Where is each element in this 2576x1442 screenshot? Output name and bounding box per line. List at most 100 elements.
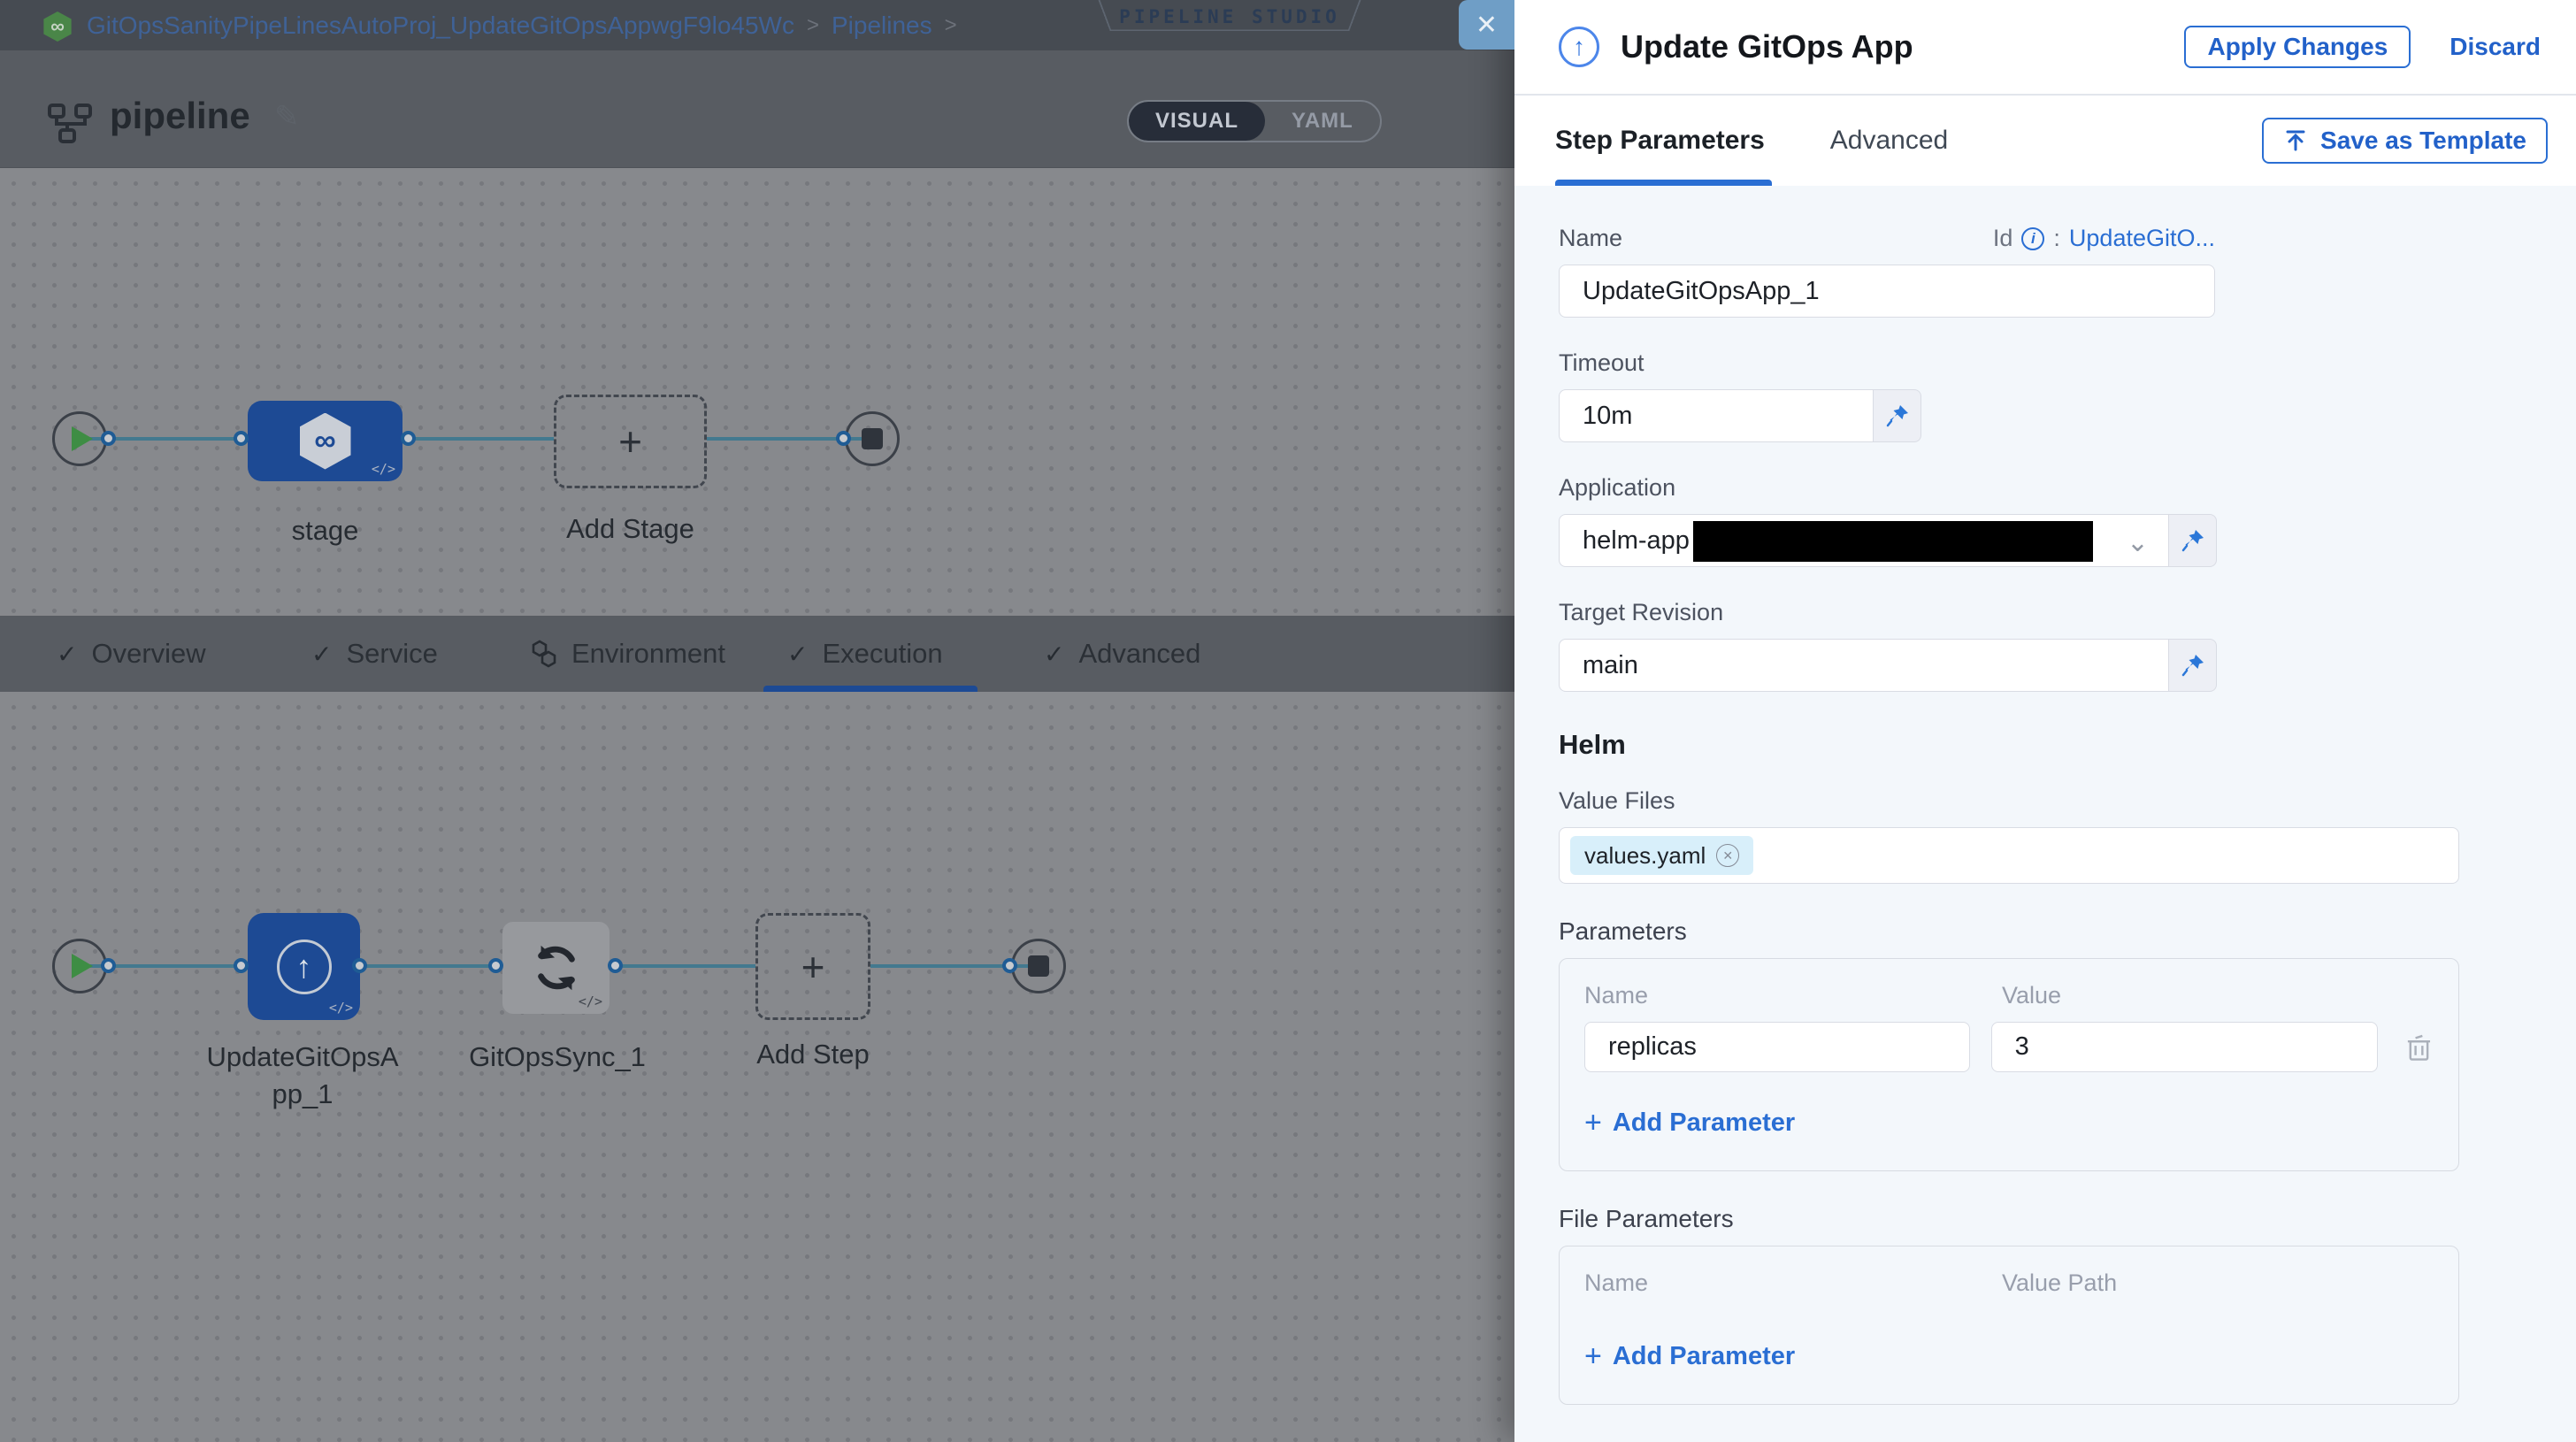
parameters-value-column-header: Value bbox=[2002, 982, 2061, 1009]
gitops-sync-step-node[interactable]: </> bbox=[502, 922, 610, 1014]
execution-start-node bbox=[52, 939, 107, 993]
connector-line bbox=[402, 437, 554, 441]
parameter-value-input[interactable]: 3 bbox=[1991, 1022, 2379, 1072]
parameters-section-label: Parameters bbox=[1559, 917, 2576, 946]
pin-icon bbox=[1884, 403, 1911, 429]
pipeline-title: pipeline bbox=[110, 95, 250, 137]
tab-overview[interactable]: ✓ Overview bbox=[57, 616, 206, 692]
check-icon: ✓ bbox=[787, 640, 808, 669]
play-icon bbox=[72, 954, 93, 978]
parameters-card: Name Value replicas 3 + Add Parameter bbox=[1559, 958, 2459, 1171]
close-icon: ✕ bbox=[1476, 10, 1498, 41]
plus-icon: + bbox=[618, 418, 642, 465]
application-value: helm-app bbox=[1583, 526, 1690, 556]
stage-node-label: stage bbox=[248, 515, 402, 547]
discard-button[interactable]: Discard bbox=[2450, 33, 2541, 61]
breadcrumb-project-link[interactable]: GitOpsSanityPipeLinesAutoProj_UpdateGitO… bbox=[87, 12, 794, 40]
up-arrow-glyph: ↑ bbox=[296, 948, 312, 986]
tab-label: Overview bbox=[91, 638, 205, 670]
step-config-drawer: ✕ ↑ Update GitOps App Apply Changes Disc… bbox=[1514, 0, 2576, 1442]
name-input[interactable]: UpdateGitOpsApp_1 bbox=[1559, 265, 2215, 318]
connector-port bbox=[608, 958, 623, 973]
timeout-pin-button[interactable] bbox=[1874, 389, 1921, 442]
chevron-down-icon[interactable]: ⌄ bbox=[2127, 527, 2149, 558]
active-drawer-tab-underline bbox=[1555, 180, 1772, 186]
update-gitops-app-step-node[interactable]: ↑ </> bbox=[248, 913, 360, 1020]
breadcrumb-pipelines-link[interactable]: Pipelines bbox=[832, 12, 932, 40]
connector-port bbox=[234, 958, 249, 973]
file-parameters-value-path-column-header: Value Path bbox=[2002, 1269, 2117, 1297]
pipeline-hierarchy-icon bbox=[46, 102, 96, 146]
target-revision-field-label: Target Revision bbox=[1559, 599, 2576, 626]
connector-port bbox=[101, 958, 116, 973]
tab-service[interactable]: ✓ Service bbox=[311, 616, 438, 692]
infinity-glyph: ∞ bbox=[50, 15, 65, 38]
add-parameter-label: Add Parameter bbox=[1613, 1108, 1795, 1138]
breadcrumb-separator-icon: > bbox=[945, 13, 957, 38]
tab-execution[interactable]: ✓ Execution bbox=[787, 616, 943, 692]
connector-port bbox=[401, 431, 416, 446]
apply-changes-button[interactable]: Apply Changes bbox=[2184, 26, 2411, 68]
remove-tag-icon[interactable]: ✕ bbox=[1716, 844, 1739, 867]
info-icon[interactable]: i bbox=[2021, 227, 2044, 250]
plus-icon: + bbox=[801, 943, 825, 991]
timeout-input[interactable]: 10m bbox=[1559, 389, 1874, 442]
edit-pencil-icon[interactable]: ✎ bbox=[274, 99, 300, 134]
id-colon: : bbox=[2053, 225, 2060, 252]
stage-tab-bar: ✓ Overview ✓ Service Environment ✓ Execu… bbox=[0, 616, 1514, 692]
timeout-input-group: 10m bbox=[1559, 389, 2576, 442]
gitops-sync-step-label: GitOpsSync_1 bbox=[425, 1041, 690, 1073]
tab-label: Service bbox=[346, 638, 437, 670]
stage-canvas: ∞ </> + stage Add Stage bbox=[0, 168, 1514, 616]
apply-changes-label: Apply Changes bbox=[2207, 33, 2388, 61]
plus-icon: + bbox=[1584, 1106, 1602, 1140]
stage-node[interactable]: ∞ </> bbox=[248, 401, 402, 481]
pipeline-studio-badge-label: PIPELINE STUDIO bbox=[1097, 6, 1362, 27]
execution-end-node bbox=[1011, 939, 1066, 993]
application-pin-button[interactable] bbox=[2169, 514, 2217, 567]
tab-environment[interactable]: Environment bbox=[531, 616, 725, 692]
pipeline-studio-background: ∞ GitOpsSanityPipeLinesAutoProj_UpdateGi… bbox=[0, 0, 1514, 1442]
file-add-parameter-button[interactable]: + Add Parameter bbox=[1584, 1339, 2434, 1374]
file-add-parameter-label: Add Parameter bbox=[1613, 1342, 1795, 1371]
file-parameters-section-label: File Parameters bbox=[1559, 1205, 2576, 1233]
add-step-button[interactable]: + bbox=[755, 913, 870, 1020]
check-icon: ✓ bbox=[57, 640, 77, 669]
parameters-name-column-header: Name bbox=[1584, 982, 2002, 1009]
add-stage-button[interactable]: + bbox=[554, 395, 707, 488]
target-revision-input[interactable]: main bbox=[1559, 639, 2169, 692]
play-icon bbox=[72, 426, 93, 451]
code-icon: </> bbox=[329, 1000, 353, 1016]
pipeline-start-node bbox=[52, 411, 107, 466]
tab-advanced[interactable]: ✓ Advanced bbox=[1044, 616, 1200, 692]
target-revision-pin-button[interactable] bbox=[2169, 639, 2217, 692]
tab-advanced-drawer[interactable]: Advanced bbox=[1830, 126, 1948, 156]
save-as-template-button[interactable]: Save as Template bbox=[2262, 118, 2548, 164]
parameter-name-input[interactable]: replicas bbox=[1584, 1022, 1970, 1072]
add-parameter-button[interactable]: + Add Parameter bbox=[1584, 1106, 2434, 1140]
update-gitops-app-step-label-line2: pp_1 bbox=[170, 1078, 435, 1110]
file-parameters-card: Name Value Path + Add Parameter bbox=[1559, 1246, 2459, 1405]
check-icon: ✓ bbox=[1044, 640, 1064, 669]
id-value-link[interactable]: UpdateGitO... bbox=[2069, 225, 2215, 252]
environment-hexagons-icon bbox=[531, 640, 557, 668]
visual-toggle-button[interactable]: VISUAL bbox=[1129, 102, 1265, 141]
close-drawer-button[interactable]: ✕ bbox=[1459, 0, 1514, 50]
code-icon: </> bbox=[372, 461, 395, 477]
visual-yaml-toggle: VISUAL YAML bbox=[1127, 100, 1382, 142]
tab-label: Execution bbox=[822, 638, 942, 670]
application-select[interactable]: helm-app ⌄ bbox=[1559, 514, 2169, 567]
step-id-row: Id i : UpdateGitO... bbox=[1993, 225, 2215, 252]
save-as-template-label: Save as Template bbox=[2320, 127, 2526, 155]
id-label: Id bbox=[1993, 225, 2013, 252]
delete-parameter-icon[interactable] bbox=[2404, 1032, 2434, 1063]
drawer-body: Name Id i : UpdateGitO... UpdateGitOpsAp… bbox=[1514, 186, 2576, 1442]
update-app-icon: ↑ bbox=[277, 940, 332, 994]
gitops-stage-icon: ∞ bbox=[300, 413, 351, 470]
value-files-input[interactable]: values.yaml ✕ bbox=[1559, 827, 2459, 884]
yaml-toggle-button[interactable]: YAML bbox=[1265, 102, 1380, 141]
execution-canvas: ↑ </> </> + UpdateGitOpsA bbox=[0, 692, 1514, 1442]
pipeline-title-bar: pipeline ✎ VISUAL YAML bbox=[0, 50, 1514, 168]
file-parameters-name-column-header: Name bbox=[1584, 1269, 2002, 1297]
tab-step-parameters[interactable]: Step Parameters bbox=[1555, 126, 1765, 156]
